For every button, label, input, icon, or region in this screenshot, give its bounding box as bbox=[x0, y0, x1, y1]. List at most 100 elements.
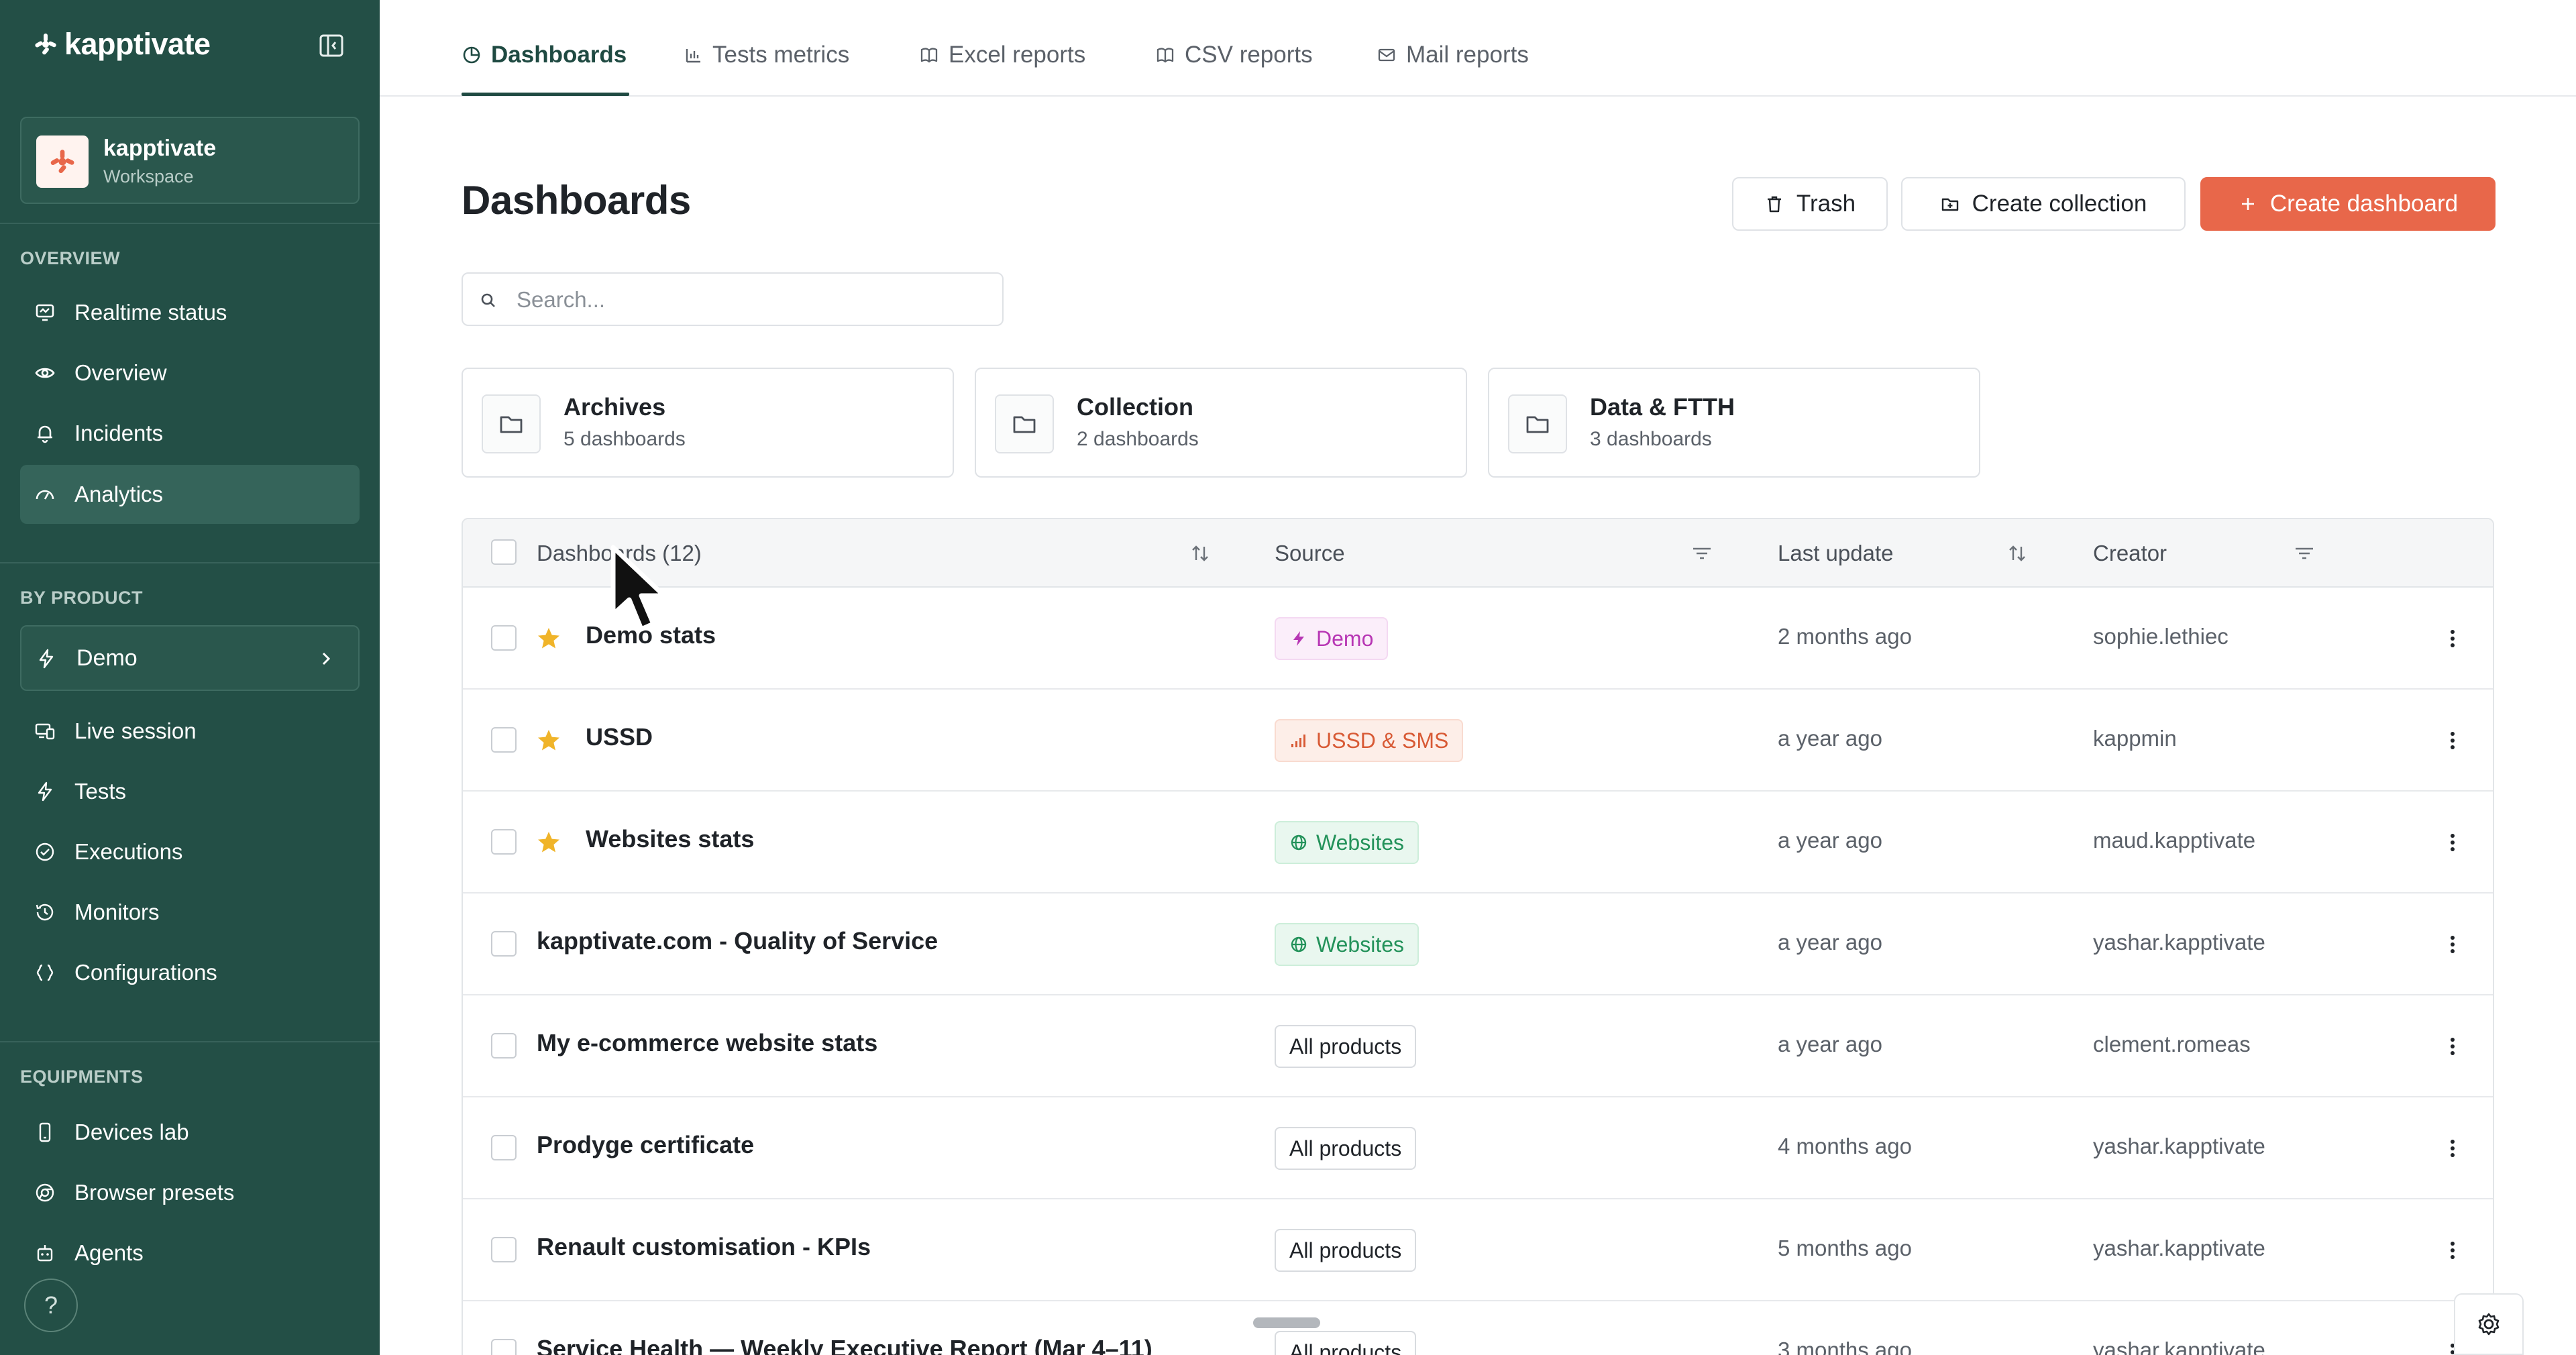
sidebar-item-live-session[interactable]: Live session bbox=[20, 702, 360, 761]
more-options-icon[interactable] bbox=[2439, 1237, 2466, 1264]
tab-mail-reports[interactable]: Mail reports bbox=[1377, 42, 1529, 68]
row-checkbox[interactable] bbox=[491, 931, 517, 957]
table-row[interactable]: Prodyge certificate All products 4 months … bbox=[463, 1097, 2493, 1199]
source-badge: Demo bbox=[1275, 617, 1389, 660]
star-icon[interactable] bbox=[535, 625, 562, 652]
source-label: Demo bbox=[1316, 626, 1374, 651]
dashboard-name[interactable]: Service Health — Weekly Executive Report… bbox=[537, 1335, 1152, 1355]
workspace-subtitle: Workspace bbox=[103, 166, 194, 186]
dashboard-name[interactable]: kapptivate.com - Quality of Service bbox=[537, 927, 938, 955]
sidebar-divider bbox=[0, 1041, 380, 1042]
sidebar-item-label: Incidents bbox=[74, 421, 164, 445]
creator: yashar.kapptivate bbox=[2093, 1338, 2265, 1355]
sidebar-item-configurations[interactable]: Configurations bbox=[20, 943, 360, 1002]
collection-card-data-ftth[interactable]: Data & FTTH 3 dashboards bbox=[1488, 368, 1980, 478]
tab-csv-reports[interactable]: CSV reports bbox=[1155, 42, 1313, 68]
star-icon[interactable] bbox=[535, 727, 562, 754]
braces-icon bbox=[36, 964, 54, 981]
last-update: 4 months ago bbox=[1778, 1134, 1912, 1158]
sidebar-item-label: Analytics bbox=[74, 482, 164, 506]
more-options-icon[interactable] bbox=[2439, 1135, 2466, 1162]
create-collection-button[interactable]: Create collection bbox=[1901, 177, 2186, 231]
more-options-icon[interactable] bbox=[2439, 829, 2466, 856]
filter-icon[interactable] bbox=[2293, 542, 2316, 565]
column-header-last-update[interactable]: Last update bbox=[1778, 541, 1893, 566]
horizontal-scrollbar[interactable] bbox=[1253, 1317, 1320, 1328]
row-checkbox[interactable] bbox=[491, 727, 517, 753]
sidebar-item-analytics[interactable]: Analytics bbox=[20, 465, 360, 524]
table-row[interactable]: kapptivate.com - Quality of Service Websi… bbox=[463, 893, 2493, 995]
table-row[interactable]: Service Health — Weekly Executive Report… bbox=[463, 1301, 2493, 1355]
table-row[interactable]: Websites stats Websites a year ago maud.kap… bbox=[463, 792, 2493, 893]
help-button[interactable]: ? bbox=[24, 1279, 78, 1332]
sort-icon[interactable] bbox=[2006, 542, 2029, 565]
more-options-icon[interactable] bbox=[2439, 931, 2466, 958]
sidebar-item-browser-presets[interactable]: Browser presets bbox=[20, 1163, 360, 1222]
sidebar-item-incidents[interactable]: Incidents bbox=[20, 404, 360, 463]
row-checkbox[interactable] bbox=[491, 1339, 517, 1355]
dashboard-name[interactable]: Renault customisation - KPIs bbox=[537, 1233, 871, 1261]
source-label: All products bbox=[1289, 1238, 1402, 1262]
last-update: a year ago bbox=[1778, 1032, 1882, 1056]
sidebar-item-realtime-status[interactable]: Realtime status bbox=[20, 283, 360, 342]
collection-card-collection[interactable]: Collection 2 dashboards bbox=[975, 368, 1467, 478]
tab-excel-reports[interactable]: Excel reports bbox=[919, 42, 1085, 68]
row-checkbox[interactable] bbox=[491, 829, 517, 855]
sidebar-item-label: Tests bbox=[74, 779, 127, 804]
select-all-checkbox[interactable] bbox=[491, 539, 517, 565]
signal-icon bbox=[1291, 735, 1305, 747]
search-box bbox=[462, 272, 1004, 326]
trash-button[interactable]: Trash bbox=[1732, 177, 1888, 231]
create-dashboard-button[interactable]: Create dashboard bbox=[2200, 177, 2496, 231]
gear-icon bbox=[2478, 1313, 2500, 1336]
more-options-icon[interactable] bbox=[2439, 625, 2466, 652]
source-label: USSD & SMS bbox=[1316, 728, 1449, 753]
sidebar-item-executions[interactable]: Executions bbox=[20, 822, 360, 881]
table-row[interactable]: Renault customisation - KPIs All products… bbox=[463, 1199, 2493, 1301]
settings-button[interactable] bbox=[2454, 1293, 2524, 1355]
phone-icon bbox=[39, 1122, 51, 1142]
page-title: Dashboards bbox=[462, 178, 691, 223]
more-options-icon[interactable] bbox=[2439, 727, 2466, 754]
dashboard-name[interactable]: Prodyge certificate bbox=[537, 1131, 754, 1159]
source-label: All products bbox=[1289, 1340, 1402, 1355]
row-checkbox[interactable] bbox=[491, 1135, 517, 1160]
sidebar-collapse-icon[interactable] bbox=[317, 32, 346, 59]
sort-icon[interactable] bbox=[1189, 542, 1212, 565]
tab-tests-metrics[interactable]: Tests metrics bbox=[683, 42, 849, 68]
more-options-icon[interactable] bbox=[2439, 1033, 2466, 1060]
table-row[interactable]: My e-commerce website stats All products a… bbox=[463, 995, 2493, 1097]
sidebar-item-label: Overview bbox=[74, 360, 167, 385]
row-checkbox[interactable] bbox=[491, 625, 517, 651]
sidebar-item-overview[interactable]: Overview bbox=[20, 343, 360, 402]
sidebar-item-devices-lab[interactable]: Devices lab bbox=[20, 1103, 360, 1162]
dashboard-name[interactable]: USSD bbox=[586, 723, 653, 751]
sidebar-item-tests[interactable]: Tests bbox=[20, 762, 360, 821]
row-checkbox[interactable] bbox=[491, 1033, 517, 1059]
star-icon[interactable] bbox=[535, 829, 562, 856]
filter-icon[interactable] bbox=[1690, 542, 1713, 565]
sidebar-item-monitors[interactable]: Monitors bbox=[20, 883, 360, 942]
dashboard-name[interactable]: My e-commerce website stats bbox=[537, 1029, 877, 1057]
main-content: Dashboards Tests metrics Excel reports C… bbox=[380, 0, 2576, 1355]
tab-dashboards[interactable]: Dashboards bbox=[462, 42, 627, 68]
dashboard-name[interactable]: Websites stats bbox=[586, 825, 754, 853]
table-row[interactable]: USSD USSD & SMS a year ago kappmin bbox=[463, 690, 2493, 792]
table-row[interactable]: Demo stats Demo 2 months ago sophie.lethiec bbox=[463, 588, 2493, 690]
last-update: a year ago bbox=[1778, 828, 1882, 853]
brand-logo[interactable]: kapptivate bbox=[34, 27, 211, 62]
row-checkbox[interactable] bbox=[491, 1237, 517, 1262]
eye-icon bbox=[35, 368, 55, 378]
collection-name: Archives bbox=[564, 393, 666, 421]
creator: sophie.lethiec bbox=[2093, 624, 2229, 649]
search-input[interactable] bbox=[517, 283, 986, 317]
chevron-right-icon bbox=[322, 652, 331, 665]
collection-count: 2 dashboards bbox=[1077, 428, 1199, 450]
collection-card-archives[interactable]: Archives 5 dashboards bbox=[462, 368, 954, 478]
sidebar-item-agents[interactable]: Agents bbox=[20, 1224, 360, 1283]
folder-icon bbox=[1526, 416, 1549, 433]
product-selector[interactable]: Demo bbox=[20, 625, 360, 691]
workspace-switcher[interactable]: kapptivate Workspace bbox=[20, 117, 360, 204]
monitor-icon bbox=[36, 304, 54, 321]
source-badge: All products bbox=[1275, 1025, 1417, 1068]
